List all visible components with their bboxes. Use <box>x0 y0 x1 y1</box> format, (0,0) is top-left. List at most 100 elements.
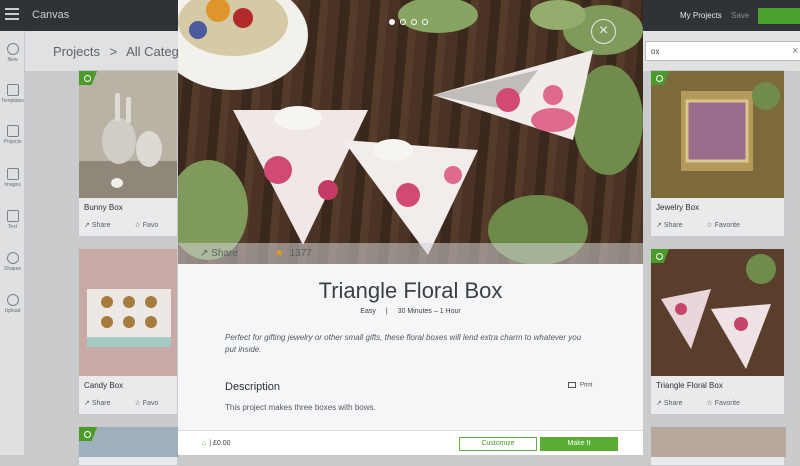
save-button[interactable]: Save <box>731 11 749 20</box>
print-button[interactable]: Print <box>568 382 592 389</box>
image-icon <box>6 168 19 180</box>
card-actions: ↗ Share ☆ Favorite <box>656 221 762 229</box>
share-button[interactable]: ↗ Share <box>200 248 238 259</box>
share-button[interactable]: ↗ Share <box>84 222 111 229</box>
favorite-button[interactable]: ☆ Favorite <box>706 400 740 407</box>
card-title: Triangle Floral Box <box>656 381 723 390</box>
close-modal-button[interactable]: × <box>591 19 616 44</box>
sidebar-item-projects[interactable]: Projects <box>0 125 25 145</box>
sidebar-item-label: Shapes <box>4 266 21 272</box>
carousel-indicators <box>389 12 433 30</box>
hero-illustration <box>178 0 643 264</box>
favorite-button[interactable]: ☆ Favorite <box>706 222 740 229</box>
card-actions: ↗ Share ☆ Favo <box>84 399 180 407</box>
project-card-partial[interactable] <box>78 426 179 466</box>
app-title: Canvas <box>32 9 70 21</box>
sidebar-item-templates[interactable]: Templates <box>0 84 25 104</box>
share-label: Share <box>663 400 683 407</box>
clear-search-icon[interactable]: × <box>792 45 798 57</box>
breadcrumb-current[interactable]: All Categ <box>126 44 179 59</box>
triangle-floral-thumbnail <box>651 249 784 376</box>
sidebar-item-shapes[interactable]: Shapes <box>0 252 25 272</box>
shirt-icon <box>6 84 19 96</box>
partial-thumbnail <box>651 427 786 457</box>
bunny-box-thumbnail <box>79 71 177 198</box>
difficulty-label: Easy <box>360 308 376 315</box>
price-value: | £0.00 <box>209 440 231 447</box>
printer-icon <box>568 382 576 388</box>
favorite-label: Favorite <box>714 222 740 229</box>
description-heading: Description <box>225 381 281 393</box>
sidebar-item-label: Projects <box>3 139 22 145</box>
share-label: Share <box>211 248 238 259</box>
favorite-button[interactable]: ☆ Favo <box>134 222 158 229</box>
sidebar-item-text[interactable]: Text <box>0 210 25 230</box>
share-button[interactable]: ↗ Share <box>656 400 683 407</box>
customize-button[interactable]: Customize <box>459 437 537 451</box>
project-blurb: Perfect for gifting jewelry or other sma… <box>225 333 582 354</box>
left-sidebar: New Templates Projects Images Text Shape… <box>0 31 25 455</box>
sidebar-item-label: Text <box>7 224 18 230</box>
search-input[interactable]: ox × <box>645 41 800 61</box>
project-hero-image: × ↗ Share ★ 1377 <box>178 0 643 264</box>
share-label: Share <box>91 400 111 407</box>
modal-footer: ⌂ | £0.00 Customize Make It <box>178 430 643 455</box>
make-it-button[interactable]: Make It <box>540 437 618 451</box>
carousel-dot[interactable] <box>411 19 417 25</box>
project-card-bunny-box[interactable]: Bunny Box ↗ Share ☆ Favo <box>78 70 178 237</box>
sidebar-item-upload[interactable]: Upload <box>0 294 25 314</box>
hamburger-menu-icon[interactable] <box>5 8 19 20</box>
breadcrumb: Projects > All Categ <box>53 44 179 59</box>
sidebar-item-label: Templates <box>1 98 24 104</box>
close-icon: × <box>598 22 609 39</box>
star-icon[interactable]: ★ <box>275 248 284 259</box>
project-card-triangle-floral-box[interactable]: Triangle Floral Box ↗ Share ☆ Favorite <box>650 248 785 415</box>
upload-icon <box>6 294 19 306</box>
sidebar-item-label: New <box>7 57 18 63</box>
sidebar-item-images[interactable]: Images <box>0 168 25 188</box>
share-icon: ↗ <box>200 248 209 259</box>
project-detail-modal: × ↗ Share ★ 1377 Triangle Floral Box Easy… <box>178 0 643 455</box>
candy-box-thumbnail <box>79 249 177 376</box>
rating-count: 1377 <box>289 248 312 259</box>
card-title: Jewelry Box <box>656 203 700 212</box>
favorite-label: Favo <box>142 222 159 229</box>
share-label: Share <box>91 222 111 229</box>
search-value: ox <box>651 47 660 56</box>
shapes-icon <box>6 252 19 264</box>
price-label: ⌂ | £0.00 <box>202 440 231 447</box>
carousel-dot[interactable] <box>422 19 428 25</box>
favorite-label: Favo <box>142 400 159 407</box>
description-text: This project makes three boxes with bows… <box>225 403 376 412</box>
project-meta: Easy | 30 Minutes – 1 Hour <box>178 308 643 315</box>
project-card-candy-box[interactable]: Candy Box ↗ Share ☆ Favo <box>78 248 178 415</box>
sidebar-item-new[interactable]: New <box>0 43 25 63</box>
sidebar-item-label: Upload <box>4 308 21 314</box>
card-actions: ↗ Share ☆ Favorite <box>656 399 762 407</box>
make-it-top-button[interactable] <box>758 8 800 24</box>
project-card-jewelry-box[interactable]: Jewelry Box ↗ Share ☆ Favorite <box>650 70 785 237</box>
meta-separator: | <box>385 308 388 315</box>
my-projects-link[interactable]: My Projects <box>680 11 722 20</box>
card-title: Candy Box <box>84 381 124 390</box>
projects-icon <box>6 125 19 137</box>
project-title: Triangle Floral Box <box>318 278 503 303</box>
print-label: Print <box>580 382 593 389</box>
share-label: Share <box>663 222 683 229</box>
project-card-partial[interactable] <box>650 426 786 466</box>
carousel-dot[interactable] <box>400 19 406 25</box>
text-icon <box>6 210 19 222</box>
breadcrumb-projects[interactable]: Projects <box>53 44 100 59</box>
plus-icon <box>6 43 19 55</box>
breadcrumb-separator: > <box>109 44 118 59</box>
share-button[interactable]: ↗ Share <box>84 400 111 407</box>
favorite-label: Favorite <box>714 400 740 407</box>
cricut-access-icon: ⌂ <box>202 440 207 447</box>
share-button[interactable]: ↗ Share <box>656 222 683 229</box>
favorite-button[interactable]: ☆ Favo <box>134 400 158 407</box>
duration-label: 30 Minutes – 1 Hour <box>397 308 461 315</box>
hero-action-bar: ↗ Share ★ 1377 <box>178 243 643 264</box>
carousel-dot[interactable] <box>389 19 395 25</box>
jewelry-box-thumbnail <box>651 71 784 198</box>
card-actions: ↗ Share ☆ Favo <box>84 221 180 229</box>
